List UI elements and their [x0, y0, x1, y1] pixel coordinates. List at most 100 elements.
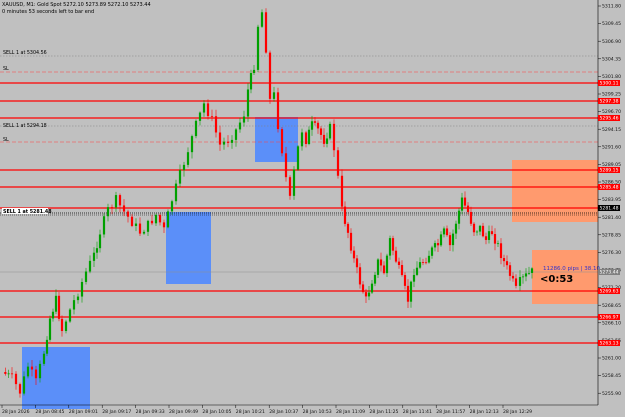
level-price-tag-label: 5263.13	[600, 341, 619, 347]
candle-body	[284, 153, 288, 178]
candle-body	[102, 216, 106, 235]
candle-body	[14, 373, 18, 385]
price-tick-label: 5283.95	[602, 197, 621, 203]
candle-body	[206, 103, 210, 117]
candle-body	[170, 201, 174, 212]
candle-body	[352, 250, 356, 259]
candle-body	[412, 274, 416, 282]
candle-body	[518, 277, 522, 286]
candle-body	[142, 231, 146, 234]
candle-body	[42, 353, 46, 364]
order-label-2: SELL 1 at 5294.18	[3, 123, 47, 129]
candle-body	[313, 121, 317, 123]
price-tick-label: 5291.60	[602, 144, 621, 150]
order-label-1: SELL 1 at 5304.56	[3, 50, 47, 56]
candle-body	[406, 285, 410, 302]
candle-body	[361, 284, 365, 293]
candle-body	[310, 121, 314, 130]
candle-body	[332, 123, 336, 151]
price-chart[interactable]: XAUUSD, M1: Gold Spot 5272.10 5273.89 52…	[0, 0, 625, 417]
candle-body	[355, 258, 359, 268]
candle-body	[328, 123, 332, 139]
candle-body	[222, 141, 226, 145]
level-price-tag-label: 5273.44	[600, 270, 619, 276]
candle-body	[442, 228, 446, 235]
candle-body	[448, 235, 452, 246]
time-tick-label: 28 Jan 12:13	[470, 409, 499, 415]
candle-body	[158, 214, 162, 223]
price-tick-label: 5306.90	[602, 39, 621, 45]
candle-body	[202, 103, 206, 113]
candle-body	[54, 295, 58, 312]
candle-body	[319, 128, 323, 135]
candle-body	[481, 225, 485, 237]
candle-body	[358, 267, 362, 285]
candle-body	[436, 243, 440, 246]
candle-body	[268, 52, 272, 99]
level-price-tag-label: 5289.15	[600, 168, 619, 174]
candle-body	[475, 231, 479, 233]
candles-layer	[4, 8, 534, 398]
candle-body	[433, 243, 437, 248]
candle-body	[30, 366, 34, 370]
candle-body	[511, 275, 515, 279]
candle-body	[174, 183, 178, 202]
candle-body	[218, 132, 222, 145]
time-tick-label: 28 Jan 09:49	[169, 409, 198, 415]
candle-body	[427, 255, 431, 263]
candle-body	[493, 234, 497, 244]
candle-body	[524, 273, 528, 277]
candle-body	[472, 223, 476, 233]
candle-body	[336, 150, 340, 176]
time-tick-label: 28 Jan 2026	[2, 409, 30, 415]
candle-body	[388, 238, 392, 256]
candle-body	[110, 207, 114, 208]
candle-body	[496, 243, 500, 245]
candle-body	[18, 384, 22, 394]
candle-body	[72, 300, 76, 310]
candle-body	[186, 152, 190, 165]
candle-body	[118, 195, 122, 206]
candle-body	[238, 122, 242, 130]
time-tick-label: 28 Jan 10:21	[236, 409, 265, 415]
candle-body	[4, 372, 7, 374]
candle-body	[114, 195, 118, 208]
candle-body	[340, 175, 344, 207]
price-tick-label: 5266.10	[602, 320, 621, 326]
candle-body	[48, 318, 52, 340]
time-tick-label: 28 Jan 11:25	[369, 409, 398, 415]
candle-body	[316, 122, 320, 129]
candle-body	[276, 92, 280, 130]
candle-body	[364, 292, 368, 297]
price-tick-label: 5276.30	[602, 250, 621, 256]
price-axis[interactable]: 5311.80 5309.45 5306.90 5304.35 5301.80 5299.…	[597, 0, 621, 405]
candle-body	[304, 132, 308, 145]
candle-body	[418, 262, 422, 268]
candle-body	[256, 26, 260, 70]
candle-body	[370, 283, 374, 293]
candle-body	[162, 222, 166, 228]
candle-body	[373, 274, 377, 284]
candle-body	[88, 260, 92, 272]
candle-body	[210, 116, 214, 117]
price-tick-label: 5299.25	[602, 92, 621, 98]
candle-body	[487, 231, 491, 240]
candle-body	[490, 231, 494, 235]
candle-body	[400, 265, 404, 276]
candle-body	[84, 271, 88, 282]
demand-zone-1	[22, 347, 90, 409]
candle-body	[502, 258, 506, 262]
level-price-tag-label: 5269.63	[600, 289, 619, 295]
chart-canvas[interactable]: XAUUSD, M1: Gold Spot 5272.10 5273.89 52…	[0, 0, 625, 417]
candle-body	[379, 259, 383, 266]
price-tick-label: 5258.45	[602, 373, 621, 379]
price-tick-label: 5268.65	[602, 303, 621, 309]
time-tick-label: 28 Jan 10:37	[269, 409, 298, 415]
time-tick-label: 28 Jan 09:33	[136, 409, 165, 415]
candle-body	[190, 136, 194, 153]
candle-body	[252, 69, 256, 74]
candle-body	[272, 92, 276, 99]
price-tick-label: 5304.35	[602, 56, 621, 62]
demand-zone-2	[166, 212, 211, 284]
candle-body	[478, 225, 482, 232]
